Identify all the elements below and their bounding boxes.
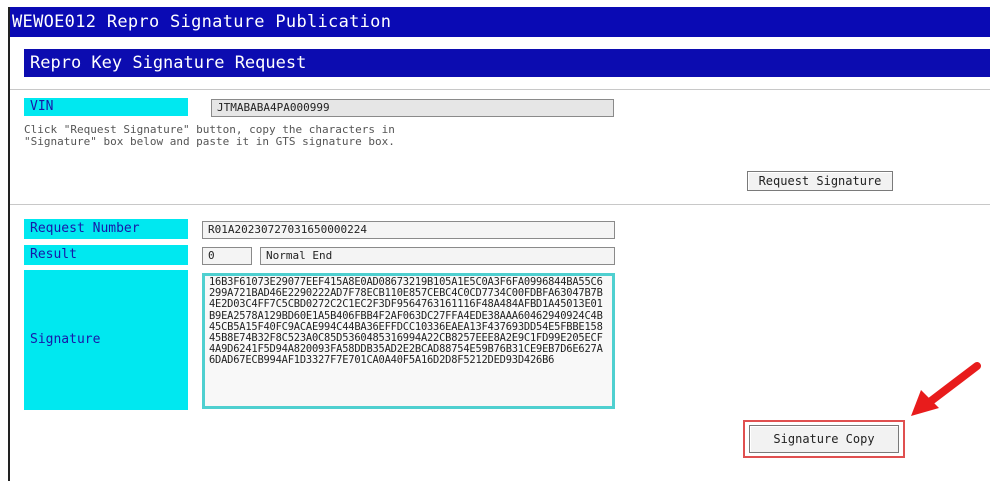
section-header: Repro Key Signature Request bbox=[24, 49, 990, 77]
app-window: WEWOE012 Repro Signature Publication Rep… bbox=[8, 7, 990, 481]
signature-textbox[interactable]: 16B3F61073E29077EEF415A8E0AD08673219B105… bbox=[202, 273, 615, 409]
result-label: Result bbox=[24, 245, 188, 265]
instruction-line-2: "Signature" box below and paste it in GT… bbox=[24, 135, 395, 148]
signature-label: Signature bbox=[24, 270, 188, 410]
window-title: WEWOE012 Repro Signature Publication bbox=[12, 12, 392, 32]
vin-label: VIN bbox=[24, 98, 188, 116]
signature-copy-button[interactable]: Signature Copy bbox=[749, 425, 899, 453]
section-title: Repro Key Signature Request bbox=[30, 53, 307, 73]
window-title-bar: WEWOE012 Repro Signature Publication bbox=[10, 7, 990, 37]
result-code-field[interactable]: 0 bbox=[202, 247, 252, 265]
request-signature-button[interactable]: Request Signature bbox=[747, 171, 893, 191]
request-number-label: Request Number bbox=[24, 219, 188, 239]
request-number-field[interactable]: R01A20230727031650000224 bbox=[202, 221, 615, 239]
result-text-field[interactable]: Normal End bbox=[260, 247, 615, 265]
vin-field[interactable]: JTMABABA4PA000999 bbox=[211, 99, 614, 117]
red-arrow-icon bbox=[911, 362, 981, 416]
